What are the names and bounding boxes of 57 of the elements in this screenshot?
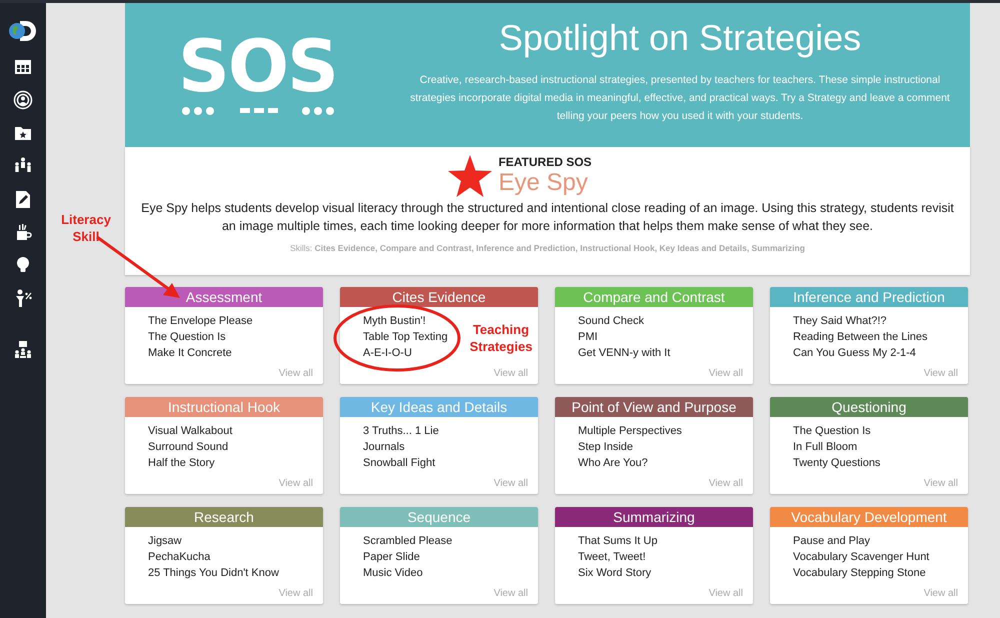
- strategy-link[interactable]: Surround Sound: [148, 439, 228, 455]
- category-header[interactable]: Point of View and Purpose: [555, 397, 753, 417]
- annotation-label: Teaching Strategies: [468, 321, 534, 355]
- strategy-link[interactable]: Make It Concrete: [148, 345, 232, 361]
- broadcast-icon[interactable]: [13, 90, 33, 110]
- strategy-link[interactable]: Paper Slide: [363, 549, 420, 565]
- strategy-link[interactable]: A-E-I-O-U: [363, 345, 412, 361]
- strategy-link[interactable]: In Full Bloom: [793, 439, 858, 455]
- star-icon: [448, 155, 492, 197]
- header-description: Creative, research-based instructional strategies, presented by teachers for teachers. These simple instructional strategies incorporate digital media in meaningful, effective, and practical ways. Try a Strategy and leave a comment telling your peers how you used it with your students.: [409, 73, 951, 124]
- strategy-link[interactable]: The Question Is: [793, 423, 871, 439]
- strategy-link[interactable]: Jigsaw: [148, 533, 182, 549]
- strategy-link[interactable]: Can You Guess My 2-1-4: [793, 345, 916, 361]
- strategy-link[interactable]: Visual Walkabout: [148, 423, 232, 439]
- strategy-link[interactable]: Vocabulary Scavenger Hunt: [793, 549, 930, 565]
- strategy-link[interactable]: PMI: [578, 329, 598, 345]
- featured-label: FEATURED SOS: [498, 155, 592, 169]
- page-title: Spotlight on Strategies: [498, 17, 862, 59]
- calendar-icon[interactable]: [13, 57, 33, 77]
- logo: SOS: [178, 34, 337, 98]
- skills-list: Skills: Cites Evidence, Compare and Contrast, Inference and Prediction, Instructional Hook, Key Ideas and Details, Summarizing: [290, 243, 805, 253]
- strategy-link[interactable]: Vocabulary Stepping Stone: [793, 565, 926, 581]
- strategy-link[interactable]: Table Top Texting: [363, 329, 448, 345]
- category-header[interactable]: Cites Evidence: [340, 287, 538, 307]
- strategy-link[interactable]: Sound Check: [578, 313, 644, 329]
- strategy-link[interactable]: 3 Truths... 1 Lie: [363, 423, 439, 439]
- category-header[interactable]: Assessment: [125, 287, 323, 307]
- category-header[interactable]: Summarizing: [555, 507, 753, 527]
- strategy-link[interactable]: Twenty Questions: [793, 455, 880, 471]
- strategy-link[interactable]: Snowball Fight: [363, 455, 436, 471]
- strategy-link[interactable]: Half the Story: [148, 455, 215, 471]
- category-header[interactable]: Research: [125, 507, 323, 527]
- strategy-link[interactable]: Reading Between the Lines: [793, 329, 928, 345]
- strategy-link[interactable]: The Envelope Please: [148, 313, 253, 329]
- strategy-link[interactable]: They Said What?!?: [793, 313, 887, 329]
- annotation-label: Literacy Skill: [60, 211, 112, 245]
- strategy-link[interactable]: That Sums It Up: [578, 533, 658, 549]
- globe-logo-icon[interactable]: [8, 18, 38, 44]
- category-header[interactable]: Questioning: [770, 397, 968, 417]
- person-percent-icon[interactable]: [13, 288, 33, 308]
- strategy-link[interactable]: Journals: [363, 439, 405, 455]
- strategy-link[interactable]: The Question Is: [148, 329, 226, 345]
- strategy-link[interactable]: Who Are You?: [578, 455, 648, 471]
- strategy-link[interactable]: Tweet, Tweet!: [578, 549, 646, 565]
- strategy-link[interactable]: Music Video: [363, 565, 423, 581]
- strategy-link[interactable]: 25 Things You Didn't Know: [148, 565, 279, 581]
- document-pencil-icon[interactable]: [13, 189, 33, 209]
- strategy-link[interactable]: Pause and Play: [793, 533, 870, 549]
- strategy-link[interactable]: Myth Bustin'!: [363, 313, 426, 329]
- strategy-link[interactable]: Six Word Story: [578, 565, 652, 581]
- strategy-link[interactable]: Scrambled Please: [363, 533, 452, 549]
- strategy-link[interactable]: Multiple Perspectives: [578, 423, 682, 439]
- strategy-link[interactable]: PechaKucha: [148, 549, 210, 565]
- strategy-link[interactable]: Step Inside: [578, 439, 634, 455]
- featured-description: Eye Spy helps students develop visual literacy through the structured and intentional close reading of an image. Using this strategy, students revisit an image multiple times, each time looking deeper for more information that helps them make sense of what they see.: [140, 200, 955, 235]
- strategy-link[interactable]: Get VENN-y with It: [578, 345, 670, 361]
- presentation-group-icon[interactable]: [13, 340, 33, 360]
